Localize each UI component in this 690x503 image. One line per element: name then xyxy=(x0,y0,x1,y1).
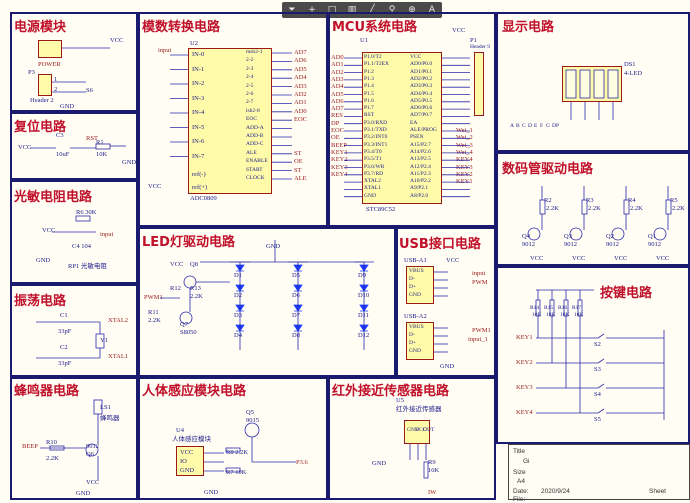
key-resistor xyxy=(535,299,541,317)
key-resistor xyxy=(577,299,583,317)
schematic-sheet: ⏷ + □ ▥ ╱ ⚲ ⊕ A 电源模块 复位电路 光敏电阻电路 振荡电路 蜂鸣… xyxy=(0,0,690,503)
pir-r8 xyxy=(225,447,241,453)
digit-transistor xyxy=(527,227,541,241)
led-transistor-q8 xyxy=(183,275,197,289)
key-switch xyxy=(597,383,605,389)
digit-resistor xyxy=(665,199,672,215)
digit-resistor xyxy=(623,199,630,215)
pir-transistor xyxy=(244,422,260,438)
display-digit xyxy=(607,69,619,99)
buzzer-speaker xyxy=(93,399,103,415)
key-switch xyxy=(597,333,605,339)
display-digit xyxy=(579,69,591,99)
osc-crystal xyxy=(95,333,105,349)
buzzer-transistor xyxy=(85,443,99,457)
schematic-wires xyxy=(30,47,672,480)
key-resistor xyxy=(549,299,555,317)
ir-resistor xyxy=(423,461,429,479)
digit-resistor xyxy=(539,199,546,215)
led-transistor-q7 xyxy=(179,311,193,325)
digit-transistor xyxy=(653,227,667,241)
pir-r7 xyxy=(225,467,241,473)
key-switch xyxy=(597,358,605,364)
digit-transistor xyxy=(611,227,625,241)
key-resistor xyxy=(563,299,569,317)
display-digit xyxy=(565,69,577,99)
digit-transistor xyxy=(569,227,583,241)
key-switch xyxy=(597,408,605,414)
digit-resistor xyxy=(581,199,588,215)
reset-resistor xyxy=(95,143,111,150)
photo-resistor xyxy=(75,215,91,222)
display-digit xyxy=(593,69,605,99)
